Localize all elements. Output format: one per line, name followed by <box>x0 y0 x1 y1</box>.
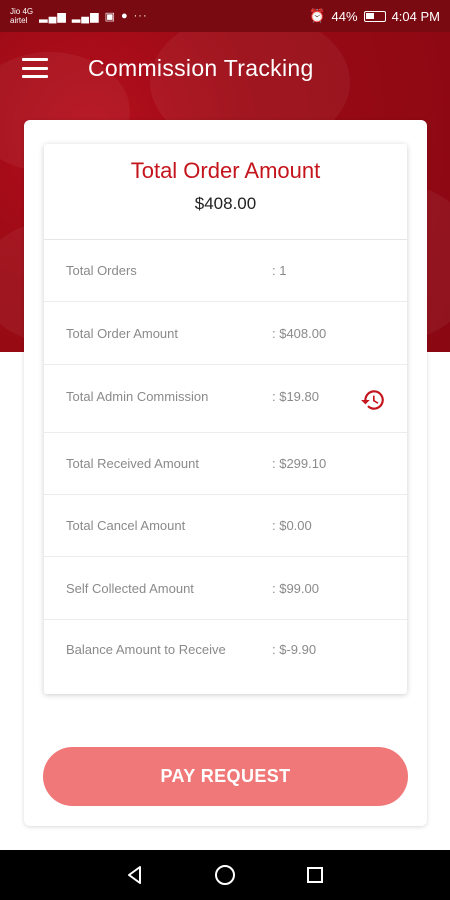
row-label: Total Admin Commission <box>66 389 209 404</box>
pay-request-button[interactable]: PAY REQUEST <box>43 747 408 806</box>
row-value: : $299.10 <box>272 456 327 471</box>
lock-icon: ▣ <box>104 10 116 23</box>
status-icons: ▂▄▆ ▂▄▆ ▣ ● ··· <box>39 10 148 23</box>
row-total-received-amount: Total Received Amount : $299.10 <box>44 433 407 495</box>
carrier-name-2: airtel <box>10 16 28 25</box>
system-nav-bar <box>0 850 450 900</box>
back-icon[interactable] <box>122 862 148 888</box>
row-value: : $-9.90 <box>272 642 317 657</box>
carrier-info: Jio 4G airtel <box>10 7 33 25</box>
carrier-name-1: Jio 4G <box>10 7 34 16</box>
summary-section: Total Order Amount $408.00 <box>44 144 407 240</box>
app-bar: Commission Tracking <box>0 32 450 104</box>
row-label: Self Collected Amount <box>66 580 194 596</box>
home-icon[interactable] <box>212 862 238 888</box>
signal-icon: ▂▄▆ <box>39 10 67 23</box>
more-notifications-icon: ··· <box>133 9 148 22</box>
row-total-orders: Total Orders : 1 <box>44 240 407 302</box>
row-total-cancel-amount: Total Cancel Amount : $0.00 <box>44 495 407 557</box>
row-total-admin-commission: Total Admin Commission : $19.80 <box>44 365 407 433</box>
page-title: Commission Tracking <box>88 54 314 81</box>
row-label: Total Cancel Amount <box>66 518 186 533</box>
row-value: : 1 <box>272 263 287 278</box>
status-time: 4:04 PM <box>391 8 440 24</box>
row-label: Total Received Amount <box>66 456 199 471</box>
row-value: : $408.00 <box>272 325 327 341</box>
commission-card: Total Order Amount $408.00 Total Orders … <box>24 120 427 826</box>
row-balance-amount: Balance Amount to Receive : $-9.90 <box>44 620 407 694</box>
alarm-icon: ⏰ <box>309 8 326 23</box>
summary-title: Total Order Amount <box>130 158 321 183</box>
notification-icon: ● <box>120 9 129 22</box>
row-label: Total Order Amount <box>66 325 178 341</box>
history-icon[interactable] <box>360 387 386 413</box>
status-bar: Jio 4G airtel ▂▄▆ ▂▄▆ ▣ ● ··· ⏰ 44% 4:04… <box>0 0 450 32</box>
row-total-order-amount: Total Order Amount : $408.00 <box>44 302 407 365</box>
row-value: : $19.80 <box>272 389 319 404</box>
row-label: Balance Amount to Receive <box>66 642 226 657</box>
signal-icon-2: ▂▄▆ <box>71 10 100 23</box>
row-self-collected-amount: Self Collected Amount : $99.00 <box>44 557 407 620</box>
battery-percent: 44% <box>331 8 358 24</box>
recents-icon[interactable] <box>302 862 328 888</box>
row-value: : $0.00 <box>272 518 312 533</box>
hamburger-menu-icon[interactable] <box>22 58 48 78</box>
commission-details: Total Order Amount $408.00 Total Orders … <box>44 144 407 694</box>
battery-icon <box>363 10 386 22</box>
row-label: Total Orders <box>66 263 137 278</box>
summary-amount: $408.00 <box>194 194 257 213</box>
row-value: : $99.00 <box>272 580 319 596</box>
